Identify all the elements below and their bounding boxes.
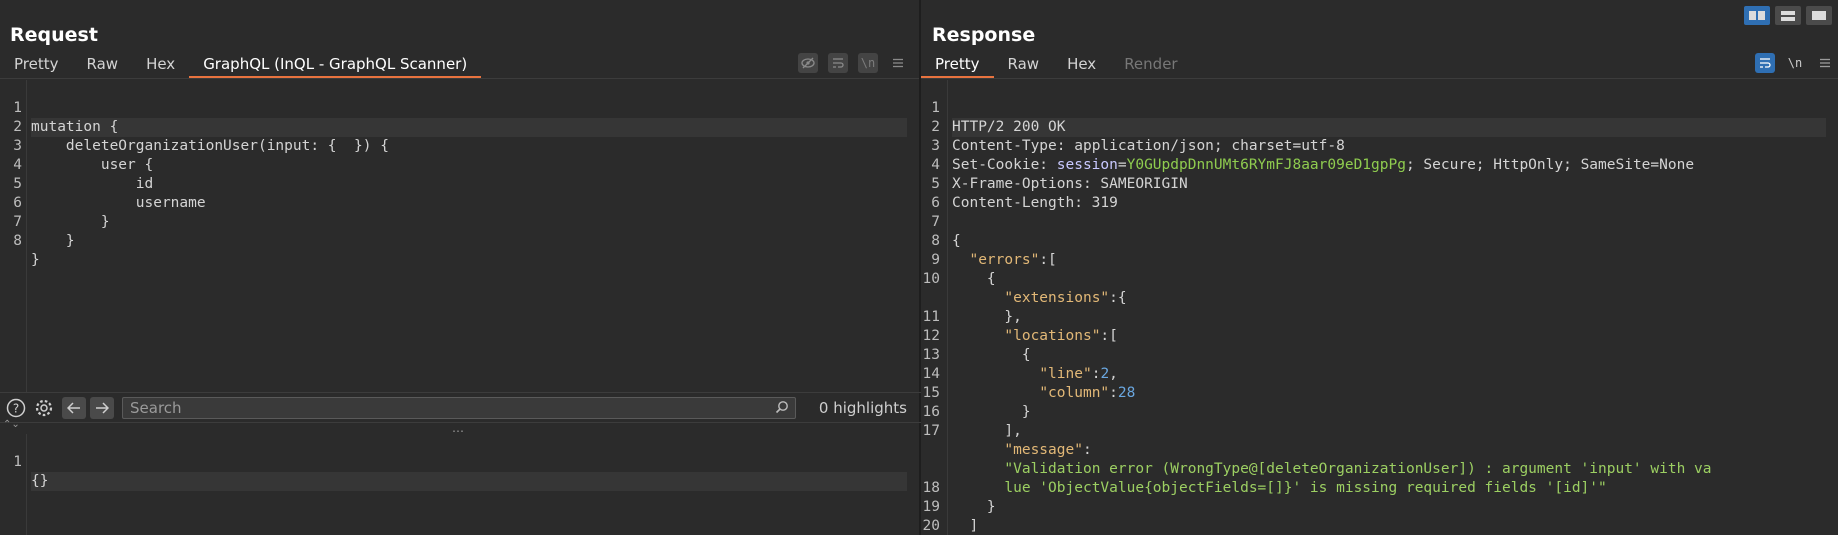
request-tab-graphql[interactable]: GraphQL (InQL - GraphQL Scanner) <box>189 50 482 78</box>
request-tabs: Pretty Raw Hex GraphQL (InQL - GraphQL S… <box>0 50 482 78</box>
code-line: 6 } <box>0 175 919 230</box>
code-line: 14 "column":28 <box>921 346 1838 401</box>
next-match-button[interactable] <box>90 396 114 419</box>
code-line: 3 user { <box>0 118 919 173</box>
search-input[interactable] <box>123 397 795 418</box>
highlights-count: 0 highlights <box>818 398 907 417</box>
graphql-variables-editor[interactable]: 1 {} <box>0 434 919 535</box>
search-field <box>122 396 796 419</box>
tab-separator <box>921 78 1838 79</box>
menu-icon[interactable] <box>1815 53 1835 73</box>
response-tab-hex[interactable]: Hex <box>1053 50 1110 78</box>
code-line: 15 } <box>921 365 1838 420</box>
newline-toggle-icon[interactable]: \n <box>1785 53 1805 73</box>
layout-buttons <box>1744 6 1832 25</box>
search-icon <box>775 400 789 418</box>
code-line: 7 { <box>921 194 1838 249</box>
previous-match-button[interactable] <box>62 396 86 419</box>
code-line: 11 "locations":[ <box>921 289 1838 344</box>
code-line: 8 "errors":[ <box>921 213 1838 268</box>
request-title: Request <box>10 24 98 46</box>
code-text: } <box>31 252 40 268</box>
word-wrap-icon[interactable] <box>1755 53 1775 73</box>
response-tab-pretty[interactable]: Pretty <box>921 50 994 78</box>
request-tab-raw[interactable]: Raw <box>73 50 133 78</box>
code-line: 1 mutation { <box>0 80 919 137</box>
request-tab-pretty[interactable]: Pretty <box>0 50 73 78</box>
request-pane: Request Pretty Raw Hex GraphQL (InQL - G… <box>0 0 921 535</box>
layout-top-bottom-button[interactable] <box>1775 6 1801 25</box>
line-number: 8 <box>13 233 22 249</box>
response-toolbar: \n <box>1755 53 1835 73</box>
search-bar: ? 0 highlights <box>0 392 921 422</box>
code-line: 4 id <box>0 137 919 192</box>
response-body-viewer[interactable]: 1 HTTP/2 200 OK 2 Content-Type: applicat… <box>921 80 1838 535</box>
code-line: 2 Content-Type: application/json; charse… <box>921 99 1838 154</box>
menu-icon[interactable] <box>888 53 908 73</box>
code-line: 2 deleteOrganizationUser(input: { }) { <box>0 99 919 154</box>
line-number: 20 <box>922 518 940 534</box>
gear-icon[interactable] <box>32 396 56 420</box>
code-line: 10 "extensions":{ <box>921 251 1838 306</box>
response-tab-raw[interactable]: Raw <box>994 50 1054 78</box>
code-line: 3 Set-Cookie: session=Y0GUpdpDnnUMt6RYmF… <box>921 118 1838 173</box>
code-line: 12 { <box>921 308 1838 363</box>
code-line: 5 username <box>0 156 919 211</box>
word-wrap-icon[interactable] <box>828 53 848 73</box>
pane-splitter[interactable]: ⌃⌄ ⋯ <box>0 419 921 438</box>
code-line: 19 ] <box>921 479 1838 534</box>
svg-text:?: ? <box>13 401 19 415</box>
code-line: 18 } <box>921 460 1838 515</box>
graphql-query-editor[interactable]: 1 mutation { 2 deleteOrganizationUser(in… <box>0 80 919 392</box>
tab-separator <box>0 78 919 79</box>
code-line: 5 Content-Length: 319 <box>921 156 1838 211</box>
layout-side-by-side-button[interactable] <box>1744 6 1770 25</box>
response-pane: Response Pretty Raw Hex Render \n 1 HTTP… <box>921 0 1838 535</box>
response-tabs: Pretty Raw Hex Render <box>921 50 1192 78</box>
layout-single-button[interactable] <box>1806 6 1832 25</box>
hide-nonprintable-icon[interactable] <box>798 53 818 73</box>
newline-toggle-icon[interactable]: \n <box>858 53 878 73</box>
code-line: }, <box>921 270 1838 325</box>
code-line: lue 'ObjectValue{objectFields=[]}' is mi… <box>921 441 1838 496</box>
line-number: 1 <box>13 454 22 470</box>
code-line: 1 {} <box>0 434 919 491</box>
http-message-editor: Request Pretty Raw Hex GraphQL (InQL - G… <box>0 0 1838 535</box>
code-text: ] <box>952 518 979 534</box>
code-line: 6 <box>921 175 1838 211</box>
collapse-arrows-icon[interactable]: ⌃⌄ <box>3 419 20 430</box>
code-text: } <box>31 233 75 249</box>
code-line: 7 } <box>0 194 919 249</box>
code-line: 17 "message": <box>921 403 1838 458</box>
code-line: 1 HTTP/2 200 OK <box>921 80 1838 137</box>
request-toolbar: \n <box>798 53 908 73</box>
response-tab-render[interactable]: Render <box>1110 50 1191 78</box>
code-line: "Validation error (WrongType@[deleteOrga… <box>921 422 1838 477</box>
request-tab-hex[interactable]: Hex <box>132 50 189 78</box>
code-line: 8 } <box>0 213 919 268</box>
code-line: 9 { <box>921 232 1838 287</box>
code-line: 16 ], <box>921 384 1838 439</box>
code-text: {} <box>31 472 907 491</box>
code-line: 4 X-Frame-Options: SAMEORIGIN <box>921 137 1838 192</box>
response-title: Response <box>932 24 1036 46</box>
code-line: 20 } <box>921 498 1838 534</box>
code-line: 13 "line":2, <box>921 327 1838 382</box>
help-icon[interactable]: ? <box>4 396 28 420</box>
